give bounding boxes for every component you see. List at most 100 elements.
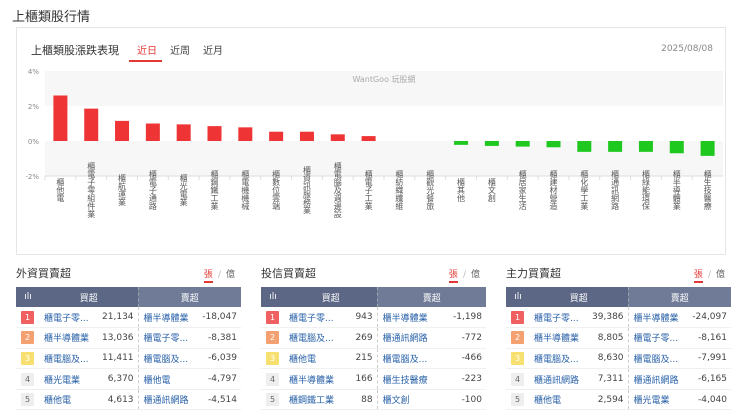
- x-tick-label: 櫃紡織纖維: [395, 169, 404, 211]
- chart-card: 上櫃類股漲跌表現 近日 近周 近月 2025/08/08 WantGoo 玩股網…: [16, 27, 726, 255]
- sell-sector-link[interactable]: 櫃電腦及...: [376, 348, 443, 370]
- sell-value: -223: [442, 368, 486, 390]
- chart-icon: ılı: [506, 287, 530, 307]
- sell-value: -100: [442, 389, 486, 411]
- x-tick-label: 櫃文創: [487, 177, 496, 203]
- x-tick-label: 櫃通訊網路: [611, 169, 620, 210]
- unit-amount[interactable]: 億: [226, 270, 235, 280]
- sell-value: -6,165: [686, 368, 731, 390]
- sell-sector-link[interactable]: 櫃通訊網路: [627, 368, 687, 390]
- unit-toggle: 張 / 億: [203, 267, 235, 283]
- buy-sell-table: ılı 買超 賣超 1 櫃電子零... 21,134 櫃半導體業 -18,047 2 櫃…: [16, 287, 241, 411]
- buy-sector-link[interactable]: 櫃鋼鐵工業: [285, 389, 349, 411]
- y-tick-label: 2%: [28, 103, 39, 111]
- bar: [669, 141, 684, 154]
- sell-header: 賣超: [376, 287, 486, 307]
- sell-value: -772: [442, 327, 486, 349]
- sell-sector-link[interactable]: 櫃電腦及...: [627, 348, 687, 370]
- table-row: 3 櫃他電 215 櫃電腦及... -466: [261, 348, 486, 370]
- buy-sector-link[interactable]: 櫃通訊網路: [530, 368, 587, 390]
- sell-sector-link[interactable]: 櫃半導體業: [627, 307, 687, 329]
- buy-sector-link[interactable]: 櫃半導體業: [530, 327, 587, 349]
- x-tick-label: 櫃電子工業: [364, 169, 373, 211]
- x-tick-label: 櫃電子零組件業: [87, 161, 96, 219]
- table-row: 4 櫃通訊網路 7,311 櫃通訊網路 -6,165: [506, 368, 731, 390]
- unit-shares[interactable]: 張: [448, 270, 458, 283]
- sell-sector-link[interactable]: 櫃電子零...: [137, 327, 197, 349]
- table-row: 5 櫃鋼鐵工業 88 櫃文創 -100: [261, 389, 486, 411]
- bar: [145, 123, 160, 141]
- sell-sector-link[interactable]: 櫃半導體業: [376, 307, 443, 329]
- unit-toggle: 張 / 億: [693, 267, 725, 283]
- bar-chart: WantGoo 玩股網 4% 2% 0% -2% 櫃他電 櫃電子零組件業 櫃航運業 櫃電子通路 櫃…: [25, 68, 723, 219]
- buy-sector-link[interactable]: 櫃他電: [40, 389, 97, 411]
- buy-sector-link[interactable]: 櫃電腦及...: [530, 348, 587, 370]
- sell-sector-link[interactable]: 櫃文創: [376, 389, 443, 411]
- sell-sector-link[interactable]: 櫃電子零...: [627, 327, 687, 349]
- table-row: 3 櫃電腦及... 11,411 櫃電腦及... -6,039: [16, 348, 241, 370]
- table-row: 1 櫃電子零... 21,134 櫃半導體業 -18,047: [16, 307, 241, 329]
- table-row: 4 櫃半導體業 166 櫃生技醫療 -223: [261, 368, 486, 390]
- bar: [577, 141, 592, 152]
- x-tick-label: 櫃航運業: [118, 173, 127, 207]
- unit-toggle: 張 / 億: [448, 267, 480, 283]
- rank-badge: 3: [511, 351, 524, 365]
- buy-sector-link[interactable]: 櫃電子零...: [40, 307, 97, 329]
- x-tick-label: 櫃數位雲端: [272, 169, 281, 211]
- x-tick-label: 櫃他電: [56, 177, 65, 202]
- sell-value: -4,514: [196, 389, 241, 411]
- buy-sector-link[interactable]: 櫃他電: [530, 389, 587, 411]
- sell-sector-link[interactable]: 櫃生技醫療: [376, 368, 443, 390]
- bar: [84, 108, 99, 141]
- sell-value: -8,161: [686, 327, 731, 349]
- sell-value: -466: [442, 348, 486, 370]
- buy-value: 8,630: [586, 348, 629, 370]
- table-row: 5 櫃他電 2,594 櫃光電業 -4,040: [506, 389, 731, 411]
- y-tick-label: 0%: [28, 138, 39, 146]
- rank-badge: 5: [21, 393, 34, 407]
- sell-value: -8,381: [196, 327, 241, 349]
- buy-header: 買超: [40, 287, 139, 307]
- x-tick-label: 櫃綠能環保: [641, 169, 650, 211]
- chart-icon: ılı: [16, 287, 40, 307]
- table-row: 1 櫃電子零... 39,386 櫃半導體業 -24,097: [506, 307, 731, 329]
- buy-sector-link[interactable]: 櫃電子零...: [530, 307, 587, 329]
- sell-sector-link[interactable]: 櫃通訊網路: [376, 327, 443, 349]
- unit-amount[interactable]: 億: [716, 270, 725, 280]
- buy-value: 166: [348, 368, 378, 390]
- sell-sector-link[interactable]: 櫃他電: [137, 368, 197, 390]
- sell-sector-link[interactable]: 櫃電腦及...: [137, 348, 197, 370]
- y-tick-label: -2%: [25, 173, 39, 181]
- sell-value: -7,991: [686, 348, 731, 370]
- bar: [269, 131, 284, 141]
- bar: [115, 120, 130, 141]
- sell-sector-link[interactable]: 櫃半導體業: [137, 307, 197, 329]
- table-row: 2 櫃半導體業 8,805 櫃電子零... -8,161: [506, 327, 731, 349]
- bar: [608, 141, 623, 152]
- page-title: 上櫃類股行情: [12, 10, 91, 25]
- buy-sector-link[interactable]: 櫃電腦及...: [40, 348, 97, 370]
- bar: [546, 141, 561, 148]
- rank-badge: 5: [511, 393, 524, 407]
- buy-sector-link[interactable]: 櫃半導體業: [40, 327, 97, 349]
- unit-amount[interactable]: 億: [471, 270, 480, 280]
- x-tick-label: 櫃鋼鐵工業: [210, 169, 219, 211]
- unit-shares[interactable]: 張: [203, 270, 213, 283]
- buy-value: 13,036: [96, 327, 139, 349]
- buy-sector-link[interactable]: 櫃光電業: [40, 368, 97, 390]
- buy-sector-link[interactable]: 櫃電子零...: [285, 307, 349, 329]
- buy-value: 11,411: [96, 348, 139, 370]
- section-1: 投信買賣超 張 / 億 ılı 買超 賣超 1 櫃電子零... 943 櫃半導體業 -1,…: [261, 265, 486, 411]
- buy-sector-link[interactable]: 櫃半導體業: [285, 368, 349, 390]
- x-tick-label: 櫃電腦及週邊設: [333, 161, 342, 219]
- sell-sector-link[interactable]: 櫃通訊網路: [137, 389, 197, 411]
- sell-header: 賣超: [137, 287, 241, 307]
- sell-sector-link[interactable]: 櫃光電業: [627, 389, 687, 411]
- bar: [299, 131, 314, 141]
- buy-sector-link[interactable]: 櫃電腦及...: [285, 327, 349, 349]
- buy-sector-link[interactable]: 櫃他電: [285, 348, 349, 370]
- unit-shares[interactable]: 張: [693, 270, 703, 283]
- rank-badge: 5: [266, 393, 279, 407]
- bar: [238, 127, 253, 141]
- x-tick-label: 櫃半導體業: [672, 169, 681, 211]
